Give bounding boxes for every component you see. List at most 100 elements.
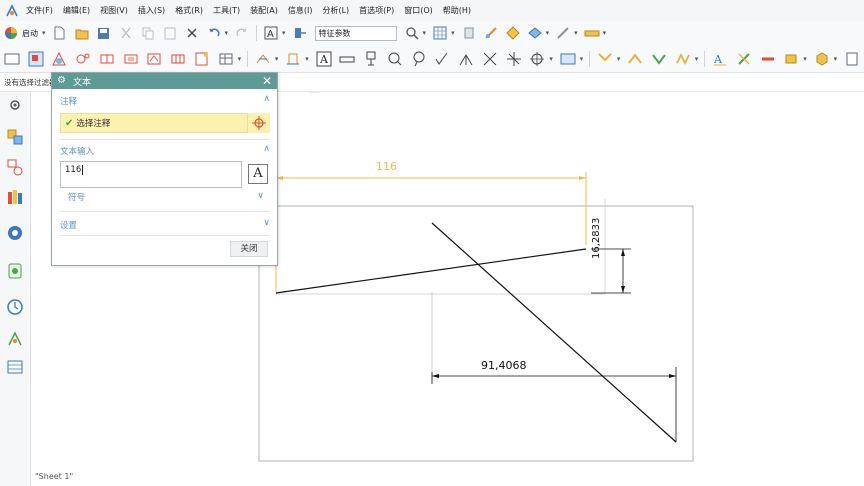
menu-preferences[interactable]: 首选项(P) <box>355 5 400 16</box>
sheet-icon[interactable] <box>2 49 22 69</box>
datum-target-icon[interactable] <box>385 49 405 69</box>
cube-icon[interactable] <box>812 49 832 69</box>
render-icon[interactable] <box>526 24 544 42</box>
system-materials-icon[interactable] <box>6 358 24 376</box>
menu-assembly[interactable]: 装配(A) <box>246 5 284 16</box>
grid-icon[interactable] <box>431 24 449 42</box>
rapid-dimension-icon[interactable] <box>253 49 273 69</box>
chevron-down-icon[interactable]: ∨ <box>263 218 270 228</box>
web-browser-icon[interactable] <box>6 224 24 242</box>
dimension-vertical-text[interactable]: 16,2833 <box>591 218 602 259</box>
chevron-down-icon[interactable]: ▾ <box>423 29 427 37</box>
chevron-down-icon[interactable]: ▾ <box>282 29 286 37</box>
base-view-icon[interactable] <box>26 49 46 69</box>
associate-icon[interactable] <box>673 49 693 69</box>
select-annotation-row[interactable]: ✔ 选择注释 <box>60 113 270 133</box>
section-text-input-header[interactable]: 文本输入 ∧ <box>52 143 277 159</box>
dimension-116-text[interactable]: 116 <box>376 160 397 173</box>
feature-params-combo[interactable]: 特征参数 <box>314 25 397 41</box>
linear-dimension-icon[interactable] <box>283 49 303 69</box>
geometry-line-1[interactable] <box>275 248 587 294</box>
text-edit-icon[interactable]: A <box>262 24 280 42</box>
note-icon[interactable]: A <box>314 49 334 69</box>
close-icon[interactable]: ✕ <box>262 74 272 88</box>
gear-icon[interactable]: ⚙ <box>57 76 67 86</box>
origin-icon[interactable] <box>625 49 645 69</box>
text-input-field[interactable]: 116 <box>60 161 242 188</box>
menu-window[interactable]: 窗口(O) <box>400 5 439 16</box>
chevron-down-icon[interactable]: ▾ <box>580 55 584 63</box>
update-views-icon[interactable] <box>649 49 669 69</box>
weld-symbol-icon[interactable] <box>456 49 476 69</box>
hide-icon[interactable] <box>758 49 778 69</box>
show-icon[interactable] <box>782 49 802 69</box>
dimension-bottom[interactable] <box>431 367 677 442</box>
intersection-symbol-icon[interactable] <box>504 49 524 69</box>
view-orient-icon[interactable] <box>504 24 522 42</box>
start-label[interactable]: 启动 <box>22 28 38 39</box>
text-style-icon[interactable]: A <box>710 49 730 69</box>
cut-icon[interactable] <box>117 24 135 42</box>
chevron-down-icon[interactable]: ▾ <box>451 29 455 37</box>
start-icon[interactable] <box>2 24 20 42</box>
filter-status[interactable]: 没有选择过滤器 <box>4 77 57 88</box>
menu-help[interactable]: 帮助(H) <box>439 5 477 16</box>
half-section-icon[interactable] <box>121 49 141 69</box>
settings-icon[interactable] <box>6 96 24 114</box>
reuse-library-icon[interactable] <box>6 188 24 206</box>
chevron-down-icon[interactable]: ∨ <box>257 191 264 201</box>
assembly-navigator-icon[interactable] <box>6 158 24 176</box>
sketch-icon[interactable] <box>482 24 500 42</box>
symbol-subsection[interactable]: 符号 ∨ <box>60 191 270 205</box>
ruler-icon[interactable] <box>583 24 601 42</box>
section-settings-header[interactable]: 设置 ∨ <box>52 217 277 233</box>
copy-icon[interactable] <box>139 24 157 42</box>
chevron-up-icon[interactable]: ∧ <box>263 144 270 154</box>
chevron-down-icon[interactable]: ▾ <box>305 55 309 63</box>
revolved-section-icon[interactable] <box>145 49 165 69</box>
menu-file[interactable]: 文件(F) <box>22 5 59 16</box>
menu-information[interactable]: 信息(I) <box>284 5 319 16</box>
menu-analysis[interactable]: 分析(L) <box>318 5 355 16</box>
detail-view-icon[interactable] <box>73 49 93 69</box>
search-icon[interactable] <box>403 24 421 42</box>
chevron-down-icon[interactable]: ▾ <box>834 55 838 63</box>
chevron-down-icon[interactable]: ▾ <box>238 55 242 63</box>
close-button[interactable]: 关闭 <box>230 241 268 257</box>
drawing-view-icon[interactable] <box>192 49 212 69</box>
menu-format[interactable]: 格式(R) <box>171 5 209 16</box>
chevron-down-icon[interactable]: ▾ <box>275 55 279 63</box>
crosshair-icon[interactable] <box>247 113 270 133</box>
part-navigator-icon[interactable] <box>6 128 24 146</box>
section-annotation-header[interactable]: 注释 ∧ <box>52 93 277 109</box>
section-view-icon[interactable] <box>97 49 117 69</box>
datum-feature-icon[interactable] <box>361 49 381 69</box>
feature-control-icon[interactable] <box>337 49 357 69</box>
measure-icon[interactable] <box>554 24 572 42</box>
customize-icon[interactable] <box>842 49 862 69</box>
delete-icon[interactable] <box>183 24 201 42</box>
save-icon[interactable] <box>95 24 113 42</box>
edit-style-icon[interactable] <box>595 49 615 69</box>
open-folder-icon[interactable] <box>73 24 91 42</box>
surface-finish-icon[interactable] <box>433 49 453 69</box>
paste-icon[interactable] <box>161 24 179 42</box>
image-icon[interactable] <box>558 49 578 69</box>
centerline-icon[interactable] <box>528 49 548 69</box>
font-style-button[interactable]: A <box>248 164 268 184</box>
edit-annotation-icon[interactable] <box>734 49 754 69</box>
menu-view[interactable]: 视图(V) <box>96 5 134 16</box>
feature-icon[interactable] <box>291 24 309 42</box>
layer-icon[interactable] <box>460 24 478 42</box>
chevron-down-icon[interactable]: ▾ <box>549 55 553 63</box>
chevron-down-icon[interactable]: ▾ <box>695 55 699 63</box>
chevron-down-icon[interactable]: ▾ <box>574 29 578 37</box>
chevron-down-icon[interactable]: ▾ <box>546 29 550 37</box>
geometry-line-2[interactable] <box>431 222 677 443</box>
dimension-bottom-text[interactable]: 91,4068 <box>481 359 527 372</box>
chevron-down-icon[interactable]: ▾ <box>803 55 807 63</box>
balloon-icon[interactable] <box>409 49 429 69</box>
dimension-116[interactable] <box>275 172 587 292</box>
sheet-tab[interactable]: "Sheet 1" <box>35 472 73 481</box>
menu-insert[interactable]: 插入(S) <box>134 5 171 16</box>
